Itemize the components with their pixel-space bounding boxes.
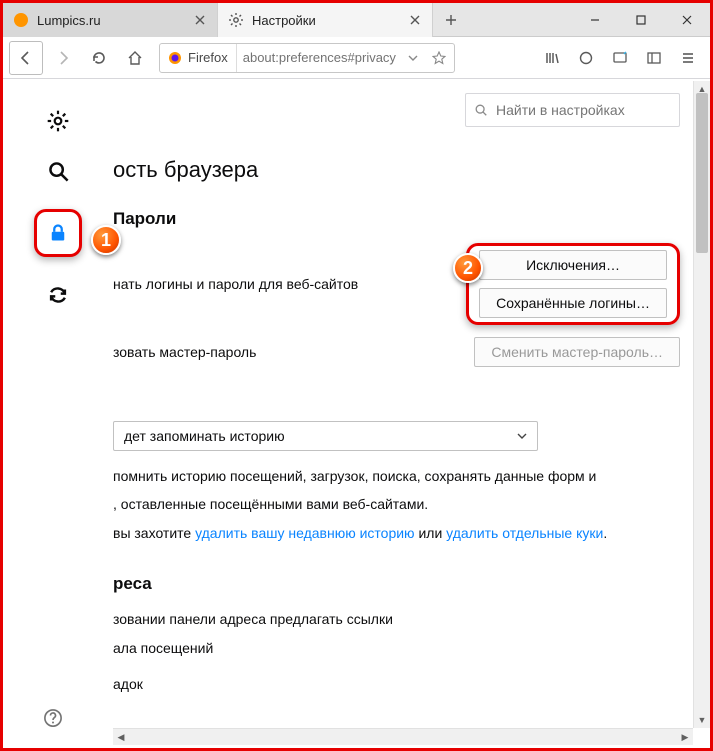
new-tab-button[interactable] (433, 3, 469, 36)
addressbar-line1: зовании панели адреса предлагать ссылки (113, 608, 680, 630)
search-icon[interactable] (46, 159, 70, 183)
tab-strip: Lumpics.ru Настройки (3, 3, 710, 37)
callout-badge-2: 2 (453, 253, 483, 283)
pocket-icon[interactable] (604, 42, 636, 74)
history-select-value: дет запоминать историю (124, 428, 285, 444)
close-window-button[interactable] (664, 3, 710, 36)
close-icon[interactable] (193, 13, 207, 27)
callout-badge-1: 1 (91, 225, 121, 255)
settings-search[interactable] (465, 93, 680, 127)
tab-settings[interactable]: Настройки (218, 3, 433, 37)
settings-sidebar (3, 79, 113, 748)
close-icon[interactable] (408, 13, 422, 27)
window-controls (572, 3, 710, 36)
tab-title: Lumpics.ru (37, 13, 185, 28)
sidebar-privacy-item[interactable] (34, 209, 82, 257)
sidebars-icon[interactable] (638, 42, 670, 74)
history-desc-line2: , оставленные посещёнными вами веб-сайта… (113, 493, 680, 515)
identity-label: Firefox (188, 50, 228, 65)
library-icon[interactable] (536, 42, 568, 74)
minimize-button[interactable] (572, 3, 618, 36)
settings-content: ость браузера Пароли нать логины и парол… (113, 79, 710, 748)
use-master-password-label: зовать мастер-пароль (113, 344, 474, 360)
bookmark-star-icon[interactable] (424, 51, 454, 65)
change-master-password-button: Сменить мастер-пароль… (474, 337, 680, 367)
addressbar-line3: адок (113, 673, 680, 695)
gear-icon (228, 12, 244, 28)
scroll-left-arrow[interactable]: ◀ (113, 729, 129, 745)
horizontal-scrollbar[interactable]: ◀ ▶ (113, 728, 693, 745)
scroll-right-arrow[interactable]: ▶ (677, 729, 693, 745)
scroll-down-arrow[interactable]: ▼ (694, 712, 710, 728)
gear-icon[interactable] (46, 109, 70, 133)
chevron-down-icon[interactable] (402, 53, 424, 63)
remember-logins-label: нать логины и пароли для веб-сайтов (113, 276, 466, 292)
clear-history-link[interactable]: удалить вашу недавнюю историю (195, 525, 414, 541)
scrollbar-thumb[interactable] (696, 93, 708, 253)
search-icon (474, 103, 488, 117)
url-bar[interactable]: Firefox about:preferences#privacy (159, 43, 455, 73)
help-icon[interactable] (43, 708, 63, 728)
text-fragment: вы захотите (113, 525, 195, 541)
settings-search-input[interactable] (496, 102, 677, 118)
url-identity: Firefox (160, 44, 237, 72)
chevron-down-icon (517, 431, 527, 441)
home-button[interactable] (119, 42, 151, 74)
history-mode-select[interactable]: дет запоминать историю (113, 421, 538, 451)
sync-icon[interactable] (570, 42, 602, 74)
text-fragment: или (415, 525, 447, 541)
addressbar-heading: реса (113, 574, 680, 594)
addressbar-line2: ала посещений (113, 637, 680, 659)
nav-toolbar: Firefox about:preferences#privacy (3, 37, 710, 79)
vertical-scrollbar[interactable]: ▲ ▼ (693, 81, 710, 728)
firefox-icon (168, 51, 182, 65)
tab-lumpics[interactable]: Lumpics.ru (3, 3, 218, 37)
tab-title: Настройки (252, 13, 400, 28)
history-desc-line3: вы захотите удалить вашу недавнюю истори… (113, 522, 680, 544)
saved-logins-button[interactable]: Сохранённые логины… (479, 288, 667, 318)
lock-icon (48, 223, 68, 243)
forward-button[interactable] (47, 42, 79, 74)
back-button[interactable] (9, 41, 43, 75)
clear-cookies-link[interactable]: удалить отдельные куки (446, 525, 603, 541)
tab-favicon-lumpics (13, 12, 29, 28)
page-title: ость браузера (113, 157, 680, 183)
highlighted-button-group: Исключения… Сохранённые логины… (466, 243, 680, 325)
text-fragment: . (603, 525, 607, 541)
maximize-button[interactable] (618, 3, 664, 36)
menu-button[interactable] (672, 42, 704, 74)
history-desc-line1: помнить историю посещений, загрузок, пои… (113, 465, 680, 487)
exceptions-button[interactable]: Исключения… (479, 250, 667, 280)
url-text: about:preferences#privacy (237, 50, 402, 65)
reload-button[interactable] (83, 42, 115, 74)
passwords-heading: Пароли (113, 209, 680, 229)
sync-refresh-icon[interactable] (46, 283, 70, 307)
